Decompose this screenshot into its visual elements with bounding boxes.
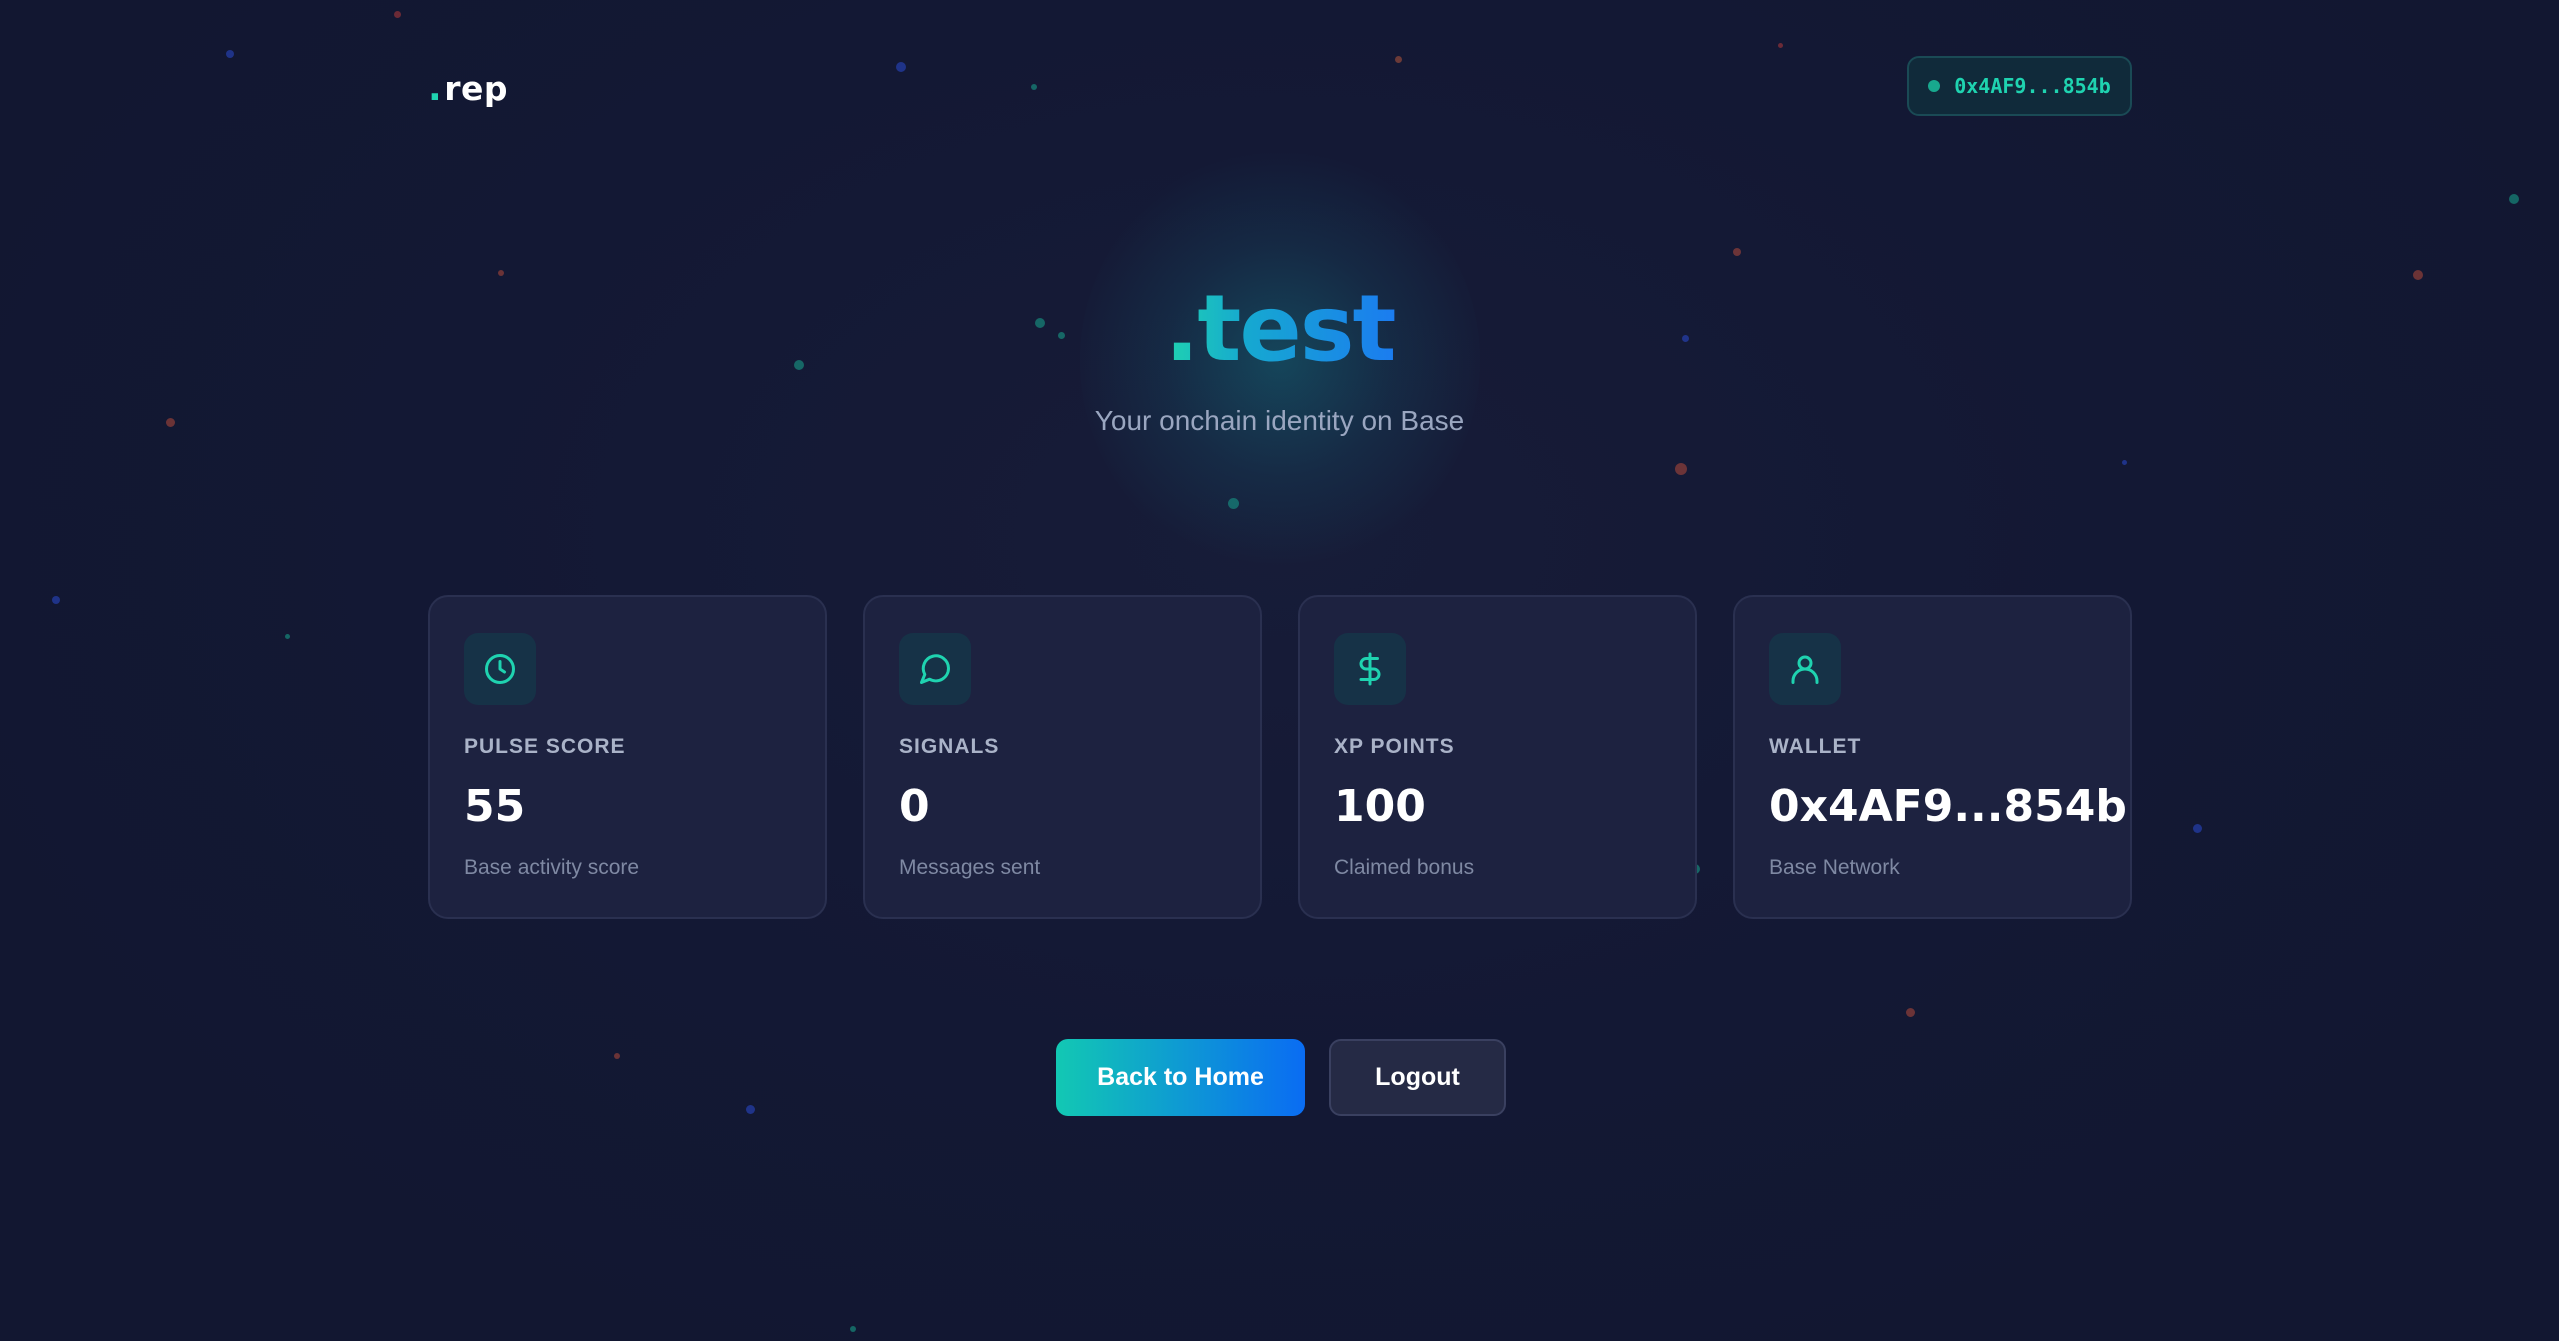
stat-label: PULSE SCORE (464, 735, 626, 758)
connection-status-dot (1928, 80, 1941, 92)
stat-card-wallet: WALLET 0x4AF9...854b Base Network (1733, 595, 2132, 919)
logo-dot: . (428, 68, 443, 109)
stat-description: Base Network (1769, 856, 1900, 879)
stat-value: 100 (1334, 781, 1426, 832)
identity-name: .test (1164, 275, 1396, 382)
stat-label: WALLET (1769, 735, 1862, 758)
logo-text: rep (444, 69, 508, 108)
stat-value: 0x4AF9...854b (1769, 781, 2127, 832)
hero-subtitle: Your onchain identity on Base (1094, 405, 1465, 436)
app-logo[interactable]: . rep (428, 68, 508, 109)
clock-icon (464, 633, 536, 705)
user-icon (1769, 633, 1841, 705)
stat-card-xp-points: XP POINTS 100 Claimed bonus (1298, 595, 1697, 919)
hero-section: .test Your onchain identity on Base (0, 150, 2559, 437)
stat-card-signals: SIGNALS 0 Messages sent (863, 595, 1262, 919)
logout-button[interactable]: Logout (1329, 1039, 1506, 1116)
stat-label: SIGNALS (899, 735, 1000, 758)
stat-value: 55 (464, 781, 526, 832)
dashboard-page: . rep 0x4AF9...854b .test Your onchain i… (0, 0, 2559, 1341)
stat-description: Base activity score (464, 856, 640, 879)
message-icon (899, 633, 971, 705)
stats-cards: PULSE SCORE 55 Base activity score SIGNA… (428, 595, 2132, 919)
stat-card-pulse-score: PULSE SCORE 55 Base activity score (428, 595, 827, 919)
stat-description: Messages sent (899, 856, 1041, 879)
dollar-icon (1334, 633, 1406, 705)
top-header: . rep 0x4AF9...854b (0, 56, 2559, 118)
wallet-chip-address: 0x4AF9...854b (1954, 74, 2111, 98)
back-to-home-button[interactable]: Back to Home (1056, 1039, 1305, 1116)
action-buttons: Back to Home Logout (1056, 1039, 1506, 1116)
stat-description: Claimed bonus (1334, 856, 1475, 879)
stat-label: XP POINTS (1334, 735, 1455, 758)
stat-value: 0 (899, 781, 930, 832)
wallet-address-chip[interactable]: 0x4AF9...854b (1907, 56, 2132, 116)
